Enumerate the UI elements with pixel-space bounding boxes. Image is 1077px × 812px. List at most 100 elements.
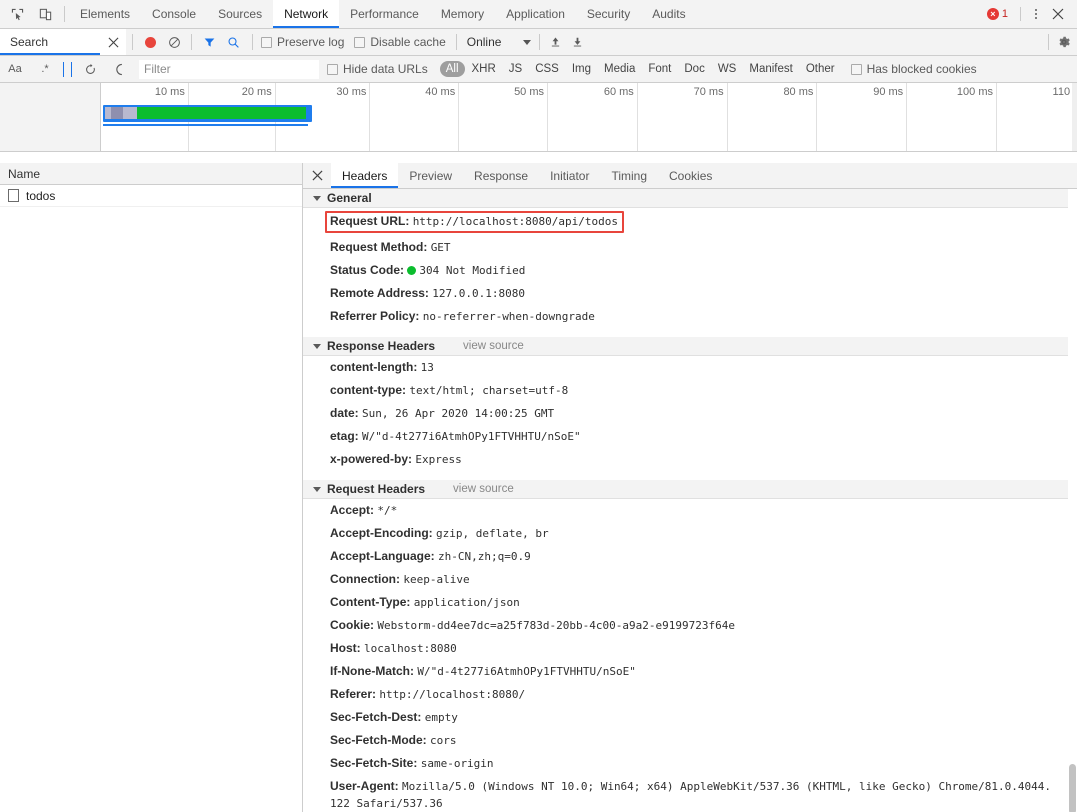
view-source-link-request[interactable]: view source	[453, 483, 514, 495]
overview-tick: 90 ms	[873, 83, 908, 151]
regex-button[interactable]: .*	[30, 59, 60, 79]
header-row: If-None-Match: W/"d-4t277i6AtmhOPy1FTVHH…	[303, 660, 1077, 683]
hide-data-urls-checkbox[interactable]: Hide data URLs	[319, 62, 436, 76]
filter-type-js-label: JS	[508, 63, 523, 75]
search-icon[interactable]	[222, 32, 244, 52]
tab-network[interactable]: Network	[273, 0, 340, 28]
section-general-header[interactable]: General	[303, 189, 1077, 208]
overview-tick: 40 ms	[425, 83, 460, 151]
section-general-title: General	[327, 191, 372, 205]
header-name: etag:	[330, 429, 359, 443]
preserve-log-checkbox[interactable]: Preserve log	[259, 35, 352, 49]
import-har-button[interactable]	[544, 32, 566, 52]
table-row[interactable]: todos	[0, 185, 302, 207]
resource-type-filters: All XHR JS CSS Img Media Font Doc WS Man…	[436, 61, 841, 77]
filter-type-js[interactable]: JS	[503, 61, 528, 77]
tab-response[interactable]: Response	[463, 163, 539, 188]
disable-cache-checkbox[interactable]: Disable cache	[352, 35, 453, 49]
tab-console[interactable]: Console	[141, 0, 207, 28]
tab-initiator[interactable]: Initiator	[539, 163, 600, 188]
tabbar-right-controls: × 1	[985, 0, 1077, 28]
overview-bar-stalled	[111, 107, 123, 119]
has-blocked-cookies-checkbox[interactable]: Has blocked cookies	[841, 62, 985, 76]
tab-headers[interactable]: Headers	[331, 163, 399, 188]
triangle-down-icon	[313, 195, 321, 201]
header-value: W/"d-4t277i6AtmhOPy1FTVHHTU/nSoE"	[417, 665, 636, 678]
device-toolbar-icon[interactable]	[34, 3, 56, 25]
header-value: empty	[424, 711, 458, 724]
request-list-empty-area	[0, 207, 302, 812]
tab-audits[interactable]: Audits	[641, 0, 696, 28]
toolbar-divider-3	[191, 34, 192, 50]
header-value: http://localhost:8080/	[379, 688, 526, 701]
close-devtools-icon[interactable]	[1047, 3, 1069, 25]
record-controls	[135, 32, 189, 52]
request-url-highlight: Request URL: http://localhost:8080/api/t…	[325, 211, 624, 233]
close-details-icon[interactable]	[303, 163, 331, 188]
regex-label: .*	[41, 63, 49, 75]
filter-type-font[interactable]: Font	[642, 61, 677, 77]
hide-data-urls-label: Hide data URLs	[343, 62, 428, 76]
header-name: Accept-Language:	[330, 549, 435, 563]
overview-scrollbar[interactable]	[1072, 83, 1077, 151]
request-list-header[interactable]: Name	[0, 163, 302, 185]
section-request-headers-header[interactable]: Request Headers view source	[303, 480, 1077, 499]
devtools-tool-icons	[0, 0, 60, 28]
gear-icon[interactable]	[1051, 31, 1077, 53]
filter-input[interactable]	[139, 59, 319, 79]
clear-button[interactable]	[163, 32, 185, 52]
filter-type-manifest[interactable]: Manifest	[743, 61, 798, 77]
partial-circle-icon[interactable]	[105, 59, 135, 79]
details-scrollbar[interactable]	[1068, 189, 1077, 812]
tab-memory-label: Memory	[440, 7, 485, 21]
request-list-panel: Name todos	[0, 163, 303, 812]
tab-response-label: Response	[474, 168, 529, 183]
search-drawer-tab[interactable]: Search	[0, 29, 100, 55]
section-response-headers-header[interactable]: Response Headers view source	[303, 337, 1077, 356]
filter-type-ws[interactable]: WS	[712, 61, 743, 77]
filter-icon[interactable]	[198, 32, 220, 52]
filter-type-css[interactable]: CSS	[529, 61, 565, 77]
inspect-element-icon[interactable]	[6, 3, 28, 25]
details-scrollbar-thumb[interactable]	[1069, 764, 1076, 812]
filter-type-other[interactable]: Other	[800, 61, 841, 77]
tab-console-label: Console	[152, 7, 197, 21]
header-value: text/html; charset=utf-8	[409, 384, 569, 397]
status-ok-icon	[407, 266, 417, 275]
tab-elements[interactable]: Elements	[69, 0, 141, 28]
filter-type-xhr[interactable]: XHR	[466, 61, 502, 77]
header-row: Accept-Encoding: gzip, deflate, br	[303, 522, 1077, 545]
tab-timing[interactable]: Timing	[600, 163, 658, 188]
tab-preview[interactable]: Preview	[398, 163, 463, 188]
view-source-link-response[interactable]: view source	[463, 340, 524, 352]
error-badge[interactable]: × 1	[985, 8, 1014, 20]
throttling-select[interactable]: Online	[459, 35, 536, 49]
preserve-log-box	[261, 36, 272, 48]
tab-security-label: Security	[586, 7, 631, 21]
filter-type-doc[interactable]: Doc	[678, 61, 710, 77]
header-row: Accept-Language: zh-CN,zh;q=0.9	[303, 545, 1077, 568]
network-filter-row: Aa .* Hide data URLs All XHR JS CSS Img …	[0, 56, 1077, 83]
network-overview-timeline[interactable]: 10 ms 20 ms 30 ms 40 ms 50 ms 60 ms 70 m…	[0, 83, 1077, 152]
refresh-button[interactable]	[75, 59, 105, 79]
search-close-icon[interactable]	[100, 29, 126, 55]
record-button[interactable]	[139, 32, 161, 52]
more-options-icon[interactable]	[1027, 4, 1045, 24]
filter-type-media[interactable]: Media	[598, 61, 641, 77]
tab-performance[interactable]: Performance	[339, 0, 430, 28]
header-value: application/json	[413, 596, 520, 609]
tab-security[interactable]: Security	[576, 0, 641, 28]
filter-type-img[interactable]: Img	[566, 61, 597, 77]
header-row: Sec-Fetch-Dest: empty	[303, 706, 1077, 729]
overview-bar-underline	[103, 124, 308, 126]
filter-type-all[interactable]: All	[439, 61, 465, 77]
overview-tick: 50 ms	[514, 83, 549, 151]
match-case-button[interactable]: Aa	[0, 59, 30, 79]
export-har-button[interactable]	[566, 32, 588, 52]
tab-cookies[interactable]: Cookies	[658, 163, 723, 188]
tab-sources[interactable]: Sources	[207, 0, 273, 28]
triangle-down-icon	[313, 343, 321, 349]
tab-memory[interactable]: Memory	[430, 0, 495, 28]
header-row: Remote Address: 127.0.0.1:8080	[303, 282, 1077, 305]
tab-application[interactable]: Application	[495, 0, 576, 28]
